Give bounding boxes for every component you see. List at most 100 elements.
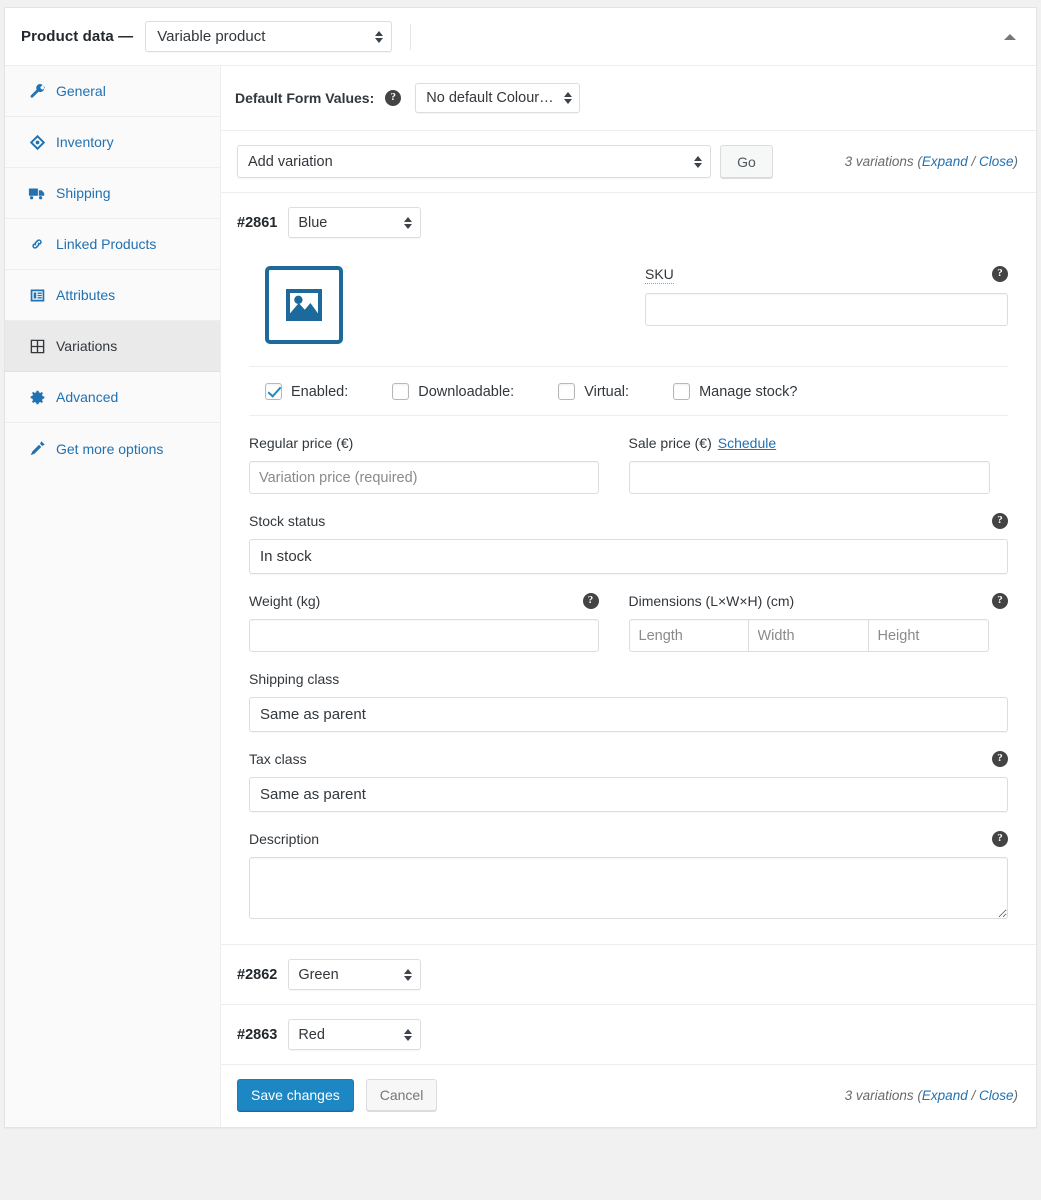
schedule-link[interactable]: Schedule bbox=[718, 435, 776, 451]
tax-class-select[interactable]: Same as parent bbox=[249, 777, 1008, 812]
sale-price-field: Sale price (€) Schedule bbox=[629, 434, 1009, 494]
go-button[interactable]: Go bbox=[720, 145, 773, 178]
sale-price-input[interactable] bbox=[629, 461, 990, 494]
variations-count-text: 3 variations bbox=[845, 154, 914, 169]
variations-footer: Save changes Cancel 3 variations (Expand… bbox=[221, 1065, 1036, 1127]
virtual-checkbox[interactable] bbox=[558, 383, 575, 400]
sidebar-item-label: Get more options bbox=[56, 441, 163, 457]
height-input[interactable] bbox=[869, 619, 989, 652]
weight-field: Weight (kg) bbox=[249, 592, 629, 652]
help-icon[interactable] bbox=[385, 90, 401, 106]
add-variation-row: Add variation Go 3 variations (Expand / … bbox=[221, 131, 1036, 193]
sale-price-label: Sale price (€) bbox=[629, 435, 712, 451]
variations-count-text: 3 variations bbox=[845, 1088, 914, 1103]
variation-attribute-select-wrapper: Green bbox=[288, 959, 421, 990]
sidebar-item-general[interactable]: General bbox=[5, 66, 220, 117]
stock-status-select[interactable]: In stock bbox=[249, 539, 1008, 574]
shipping-class-select[interactable]: Same as parent bbox=[249, 697, 1008, 732]
cancel-button[interactable]: Cancel bbox=[366, 1079, 438, 1111]
enabled-checkbox-item[interactable]: Enabled: bbox=[265, 383, 348, 400]
sidebar-item-advanced[interactable]: Advanced bbox=[5, 372, 220, 423]
help-icon[interactable] bbox=[992, 831, 1008, 847]
variations-count-top: 3 variations (Expand / Close) bbox=[845, 154, 1018, 169]
help-icon[interactable] bbox=[992, 593, 1008, 609]
downloadable-checkbox[interactable] bbox=[392, 383, 409, 400]
variation-id: #2863 bbox=[237, 1027, 277, 1043]
weight-input[interactable] bbox=[249, 619, 599, 652]
sidebar-item-label: Attributes bbox=[56, 287, 115, 303]
width-input[interactable] bbox=[749, 619, 869, 652]
product-type-select-wrapper: Variable product bbox=[145, 21, 392, 52]
grid-icon bbox=[27, 336, 47, 356]
sidebar-item-label: General bbox=[56, 83, 106, 99]
tax-class-select-wrapper: Same as parent bbox=[249, 777, 1008, 812]
expand-link-top[interactable]: Expand bbox=[922, 154, 968, 169]
expand-link-bottom[interactable]: Expand bbox=[922, 1088, 968, 1103]
regular-price-label: Regular price (€) bbox=[249, 435, 353, 451]
downloadable-label: Downloadable: bbox=[418, 384, 514, 400]
close-link-bottom[interactable]: Close bbox=[979, 1088, 1014, 1103]
default-colour-select[interactable]: No default Colour… bbox=[415, 83, 580, 113]
sidebar-item-variations[interactable]: Variations bbox=[5, 321, 220, 372]
sidebar-item-attributes[interactable]: Attributes bbox=[5, 270, 220, 321]
variation-header[interactable]: #2863 Red bbox=[221, 1005, 1036, 1064]
variation-row: #2863 Red bbox=[221, 1005, 1036, 1065]
regular-price-input[interactable] bbox=[249, 461, 599, 494]
variation-attribute-select[interactable]: Green bbox=[288, 959, 421, 990]
description-textarea[interactable] bbox=[249, 857, 1008, 919]
shipping-class-label: Shipping class bbox=[249, 671, 339, 687]
variation-attribute-select[interactable]: Red bbox=[288, 1019, 421, 1050]
sidebar-item-get-more-options[interactable]: Get more options bbox=[5, 423, 220, 474]
variation-attribute-select-wrapper: Red bbox=[288, 1019, 421, 1050]
truck-icon bbox=[27, 183, 47, 203]
stock-status-field: Stock status In stock bbox=[249, 494, 1008, 574]
virtual-checkbox-item[interactable]: Virtual: bbox=[558, 383, 629, 400]
sale-price-label-line: Sale price (€) Schedule bbox=[629, 434, 1009, 452]
prices-row: Regular price (€) Sale price (€) Schedul… bbox=[249, 416, 1008, 494]
variation-id: #2862 bbox=[237, 967, 277, 983]
variation-header[interactable]: #2862 Green bbox=[221, 945, 1036, 1004]
help-icon[interactable] bbox=[583, 593, 599, 609]
sidebar-item-shipping[interactable]: Shipping bbox=[5, 168, 220, 219]
shipping-class-label-line: Shipping class bbox=[249, 670, 1008, 688]
help-icon[interactable] bbox=[992, 513, 1008, 529]
weight-label: Weight (kg) bbox=[249, 593, 320, 609]
sidebar-item-label: Shipping bbox=[56, 185, 111, 201]
sidebar-item-linked-products[interactable]: Linked Products bbox=[5, 219, 220, 270]
link-icon bbox=[27, 234, 47, 254]
save-changes-button[interactable]: Save changes bbox=[237, 1079, 354, 1111]
weight-dimensions-row: Weight (kg) Dimensions (L×W×H) (cm) bbox=[249, 574, 1008, 652]
manage-stock-checkbox-item[interactable]: Manage stock? bbox=[673, 383, 797, 400]
stock-status-label: Stock status bbox=[249, 513, 325, 529]
manage-stock-label: Manage stock? bbox=[699, 384, 797, 400]
variation-attribute-select[interactable]: Blue bbox=[288, 207, 421, 238]
variation-row: #2862 Green bbox=[221, 945, 1036, 1005]
help-icon[interactable] bbox=[992, 266, 1008, 282]
enabled-checkbox[interactable] bbox=[265, 383, 282, 400]
length-input[interactable] bbox=[629, 619, 749, 652]
help-icon[interactable] bbox=[992, 751, 1008, 767]
list-icon bbox=[27, 285, 47, 305]
sidebar-item-inventory[interactable]: Inventory bbox=[5, 117, 220, 168]
product-data-page: Product data — Variable product bbox=[0, 0, 1041, 1200]
add-variation-select[interactable]: Add variation bbox=[237, 145, 711, 178]
product-type-select[interactable]: Variable product bbox=[145, 21, 392, 52]
close-link-top[interactable]: Close bbox=[979, 154, 1014, 169]
variation-image-upload[interactable] bbox=[265, 266, 343, 344]
panel-body: General Inventory Shipping bbox=[5, 66, 1036, 1127]
downloadable-checkbox-item[interactable]: Downloadable: bbox=[392, 383, 514, 400]
weight-label-line: Weight (kg) bbox=[249, 592, 599, 610]
variation-header: #2861 Blue bbox=[221, 193, 1036, 252]
regular-price-field: Regular price (€) bbox=[249, 434, 629, 494]
sku-label: SKU bbox=[645, 266, 674, 284]
variations-panel: Default Form Values: No default Colour… bbox=[221, 66, 1036, 1127]
triangle-up-icon bbox=[1004, 34, 1016, 40]
dimensions-label-line: Dimensions (L×W×H) (cm) bbox=[629, 592, 1009, 610]
shipping-class-select-wrapper: Same as parent bbox=[249, 697, 1008, 732]
plugin-icon bbox=[27, 439, 47, 459]
panel-collapse-toggle[interactable] bbox=[998, 25, 1022, 49]
product-data-panel: Product data — Variable product bbox=[4, 7, 1037, 1128]
sku-input[interactable] bbox=[645, 293, 1008, 326]
dimensions-label: Dimensions (L×W×H) (cm) bbox=[629, 593, 795, 609]
manage-stock-checkbox[interactable] bbox=[673, 383, 690, 400]
